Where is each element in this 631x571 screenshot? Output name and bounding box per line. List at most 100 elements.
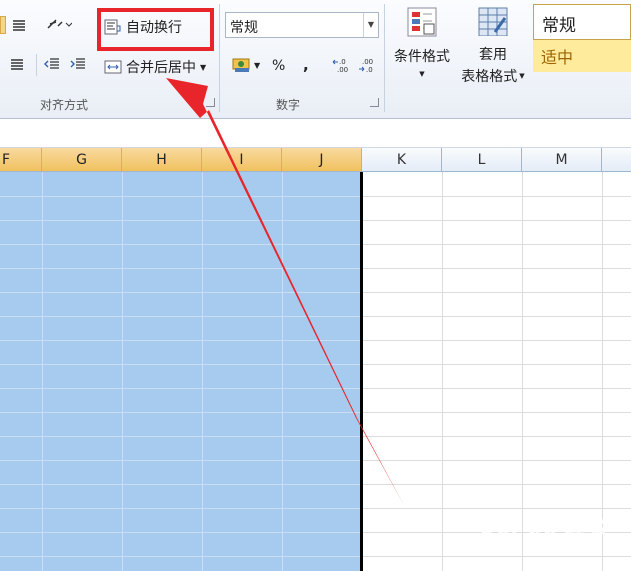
- column-label: J: [319, 152, 324, 168]
- percent-button[interactable]: %: [272, 58, 285, 74]
- column-label: L: [477, 152, 486, 168]
- chevron-down-icon: ▼: [519, 72, 525, 80]
- align-right-button[interactable]: [12, 18, 26, 32]
- column-header-j[interactable]: J: [282, 148, 362, 172]
- grid-row-line: [363, 508, 631, 509]
- column-label: M: [555, 152, 568, 168]
- currency-format-button[interactable]: ▼: [232, 57, 260, 73]
- table-format-label-1: 套用: [479, 47, 507, 63]
- grid-column-line: [442, 172, 443, 571]
- grid-column-line: [282, 172, 283, 571]
- merge-center-label: 合并后居中: [126, 60, 196, 76]
- baidu-watermark-url: jingyan.baidu.com: [495, 541, 579, 551]
- table-format-icon: [478, 7, 508, 36]
- grid-row-line: [0, 196, 362, 197]
- number-format-select[interactable]: 常规 ▼: [225, 12, 379, 38]
- grid-column-line: [122, 172, 123, 571]
- grid-row-line: [363, 292, 631, 293]
- grid-column-line: [42, 172, 43, 571]
- format-as-table-button[interactable]: 套用 表格格式 ▼: [457, 6, 529, 86]
- ribbon: 自动换行 合并后居中 ▼ 对齐方式 常规 ▼ ▼ % , .0.00 .00.0…: [0, 0, 631, 119]
- column-label: I: [239, 152, 244, 168]
- conditional-format-button[interactable]: 条件格式 ▼: [390, 6, 454, 86]
- grid-column-line: [202, 172, 203, 571]
- grid-row-line: [363, 364, 631, 365]
- column-header-g[interactable]: G: [42, 148, 122, 172]
- grid-row-line: [0, 292, 362, 293]
- column-label: G: [76, 152, 87, 168]
- increase-indent-icon: [70, 58, 85, 69]
- column-header-l[interactable]: L: [442, 148, 522, 172]
- svg-text:.00: .00: [337, 66, 348, 73]
- grid-row-line: [363, 556, 631, 557]
- grid-row-line: [0, 316, 362, 317]
- grid-row-line: [363, 316, 631, 317]
- grid-row-line: [0, 268, 362, 269]
- column-header-i[interactable]: I: [202, 148, 282, 172]
- column-label: F: [2, 152, 11, 168]
- orientation-button[interactable]: [46, 16, 72, 32]
- grid-row-line: [0, 436, 362, 437]
- column-header-k[interactable]: K: [362, 148, 442, 172]
- grid-row-line: [0, 556, 362, 557]
- conditional-format-icon: [407, 7, 437, 37]
- align-left-edge-button[interactable]: [0, 16, 6, 34]
- grid-row-line: [363, 388, 631, 389]
- decrease-indent-button[interactable]: [44, 57, 60, 71]
- cell-style-neutral[interactable]: 适中: [533, 40, 631, 72]
- group-divider: [384, 4, 385, 112]
- formula-bar-strip: [0, 119, 631, 148]
- chevron-down-icon: ▼: [419, 70, 425, 78]
- column-header-f[interactable]: F: [0, 148, 42, 172]
- grid-row-line: [363, 412, 631, 413]
- grid-row-line: [363, 460, 631, 461]
- cell-style-normal[interactable]: 常规: [533, 4, 631, 40]
- grid-row-line: [0, 340, 362, 341]
- grid-row-line: [0, 220, 362, 221]
- percent-label: %: [272, 58, 286, 74]
- decrease-indent-icon: [44, 58, 59, 69]
- column-label: H: [156, 152, 167, 168]
- increase-indent-button[interactable]: [70, 57, 86, 71]
- decrease-decimal-icon: .00.0: [359, 58, 373, 73]
- grid-row-line: [363, 244, 631, 245]
- number-format-value: 常规: [230, 20, 258, 36]
- baidu-watermark: Bai du 经验: [480, 514, 608, 538]
- increase-decimal-icon: .0.00: [332, 58, 348, 73]
- column-header-partial[interactable]: [602, 148, 631, 172]
- increase-decimal-button[interactable]: .0.00: [332, 57, 352, 73]
- highlight-box: [97, 8, 214, 51]
- grid-row-line: [0, 532, 362, 533]
- selected-range[interactable]: [0, 172, 362, 571]
- chevron-down-icon: ▼: [363, 13, 378, 37]
- column-label: K: [396, 152, 407, 168]
- decrease-decimal-button[interactable]: .00.0: [358, 57, 378, 73]
- svg-text:.0: .0: [366, 66, 373, 73]
- column-header-m[interactable]: M: [522, 148, 602, 172]
- grid-row-line: [0, 508, 362, 509]
- alignment-dialog-launcher-icon[interactable]: [206, 98, 215, 107]
- cell-style-neutral-label: 适中: [541, 48, 574, 67]
- grid-row-line: [0, 460, 362, 461]
- currency-icon: [232, 58, 250, 72]
- comma-style-button[interactable]: ,: [303, 56, 309, 74]
- conditional-format-label: 条件格式: [394, 49, 450, 65]
- number-group-label: 数字: [276, 98, 301, 112]
- grid-row-line: [363, 220, 631, 221]
- merge-cells-icon: [104, 60, 122, 74]
- merge-center-button[interactable]: 合并后居中 ▼: [104, 57, 206, 77]
- grid-row-line: [363, 196, 631, 197]
- grid-row-line: [363, 340, 631, 341]
- grid-row-line: [363, 268, 631, 269]
- align-lines-icon: [13, 20, 25, 31]
- grid-row-line: [0, 388, 362, 389]
- divider: [36, 54, 37, 76]
- grid-row-line: [0, 484, 362, 485]
- table-format-label-row: 表格格式 ▼: [461, 66, 524, 86]
- grid-row-line: [363, 484, 631, 485]
- table-format-label-2: 表格格式: [461, 69, 518, 85]
- align-justify-button[interactable]: [10, 57, 24, 71]
- column-header-h[interactable]: H: [122, 148, 202, 172]
- justify-icon: [11, 59, 23, 70]
- number-dialog-launcher-icon[interactable]: [370, 98, 379, 107]
